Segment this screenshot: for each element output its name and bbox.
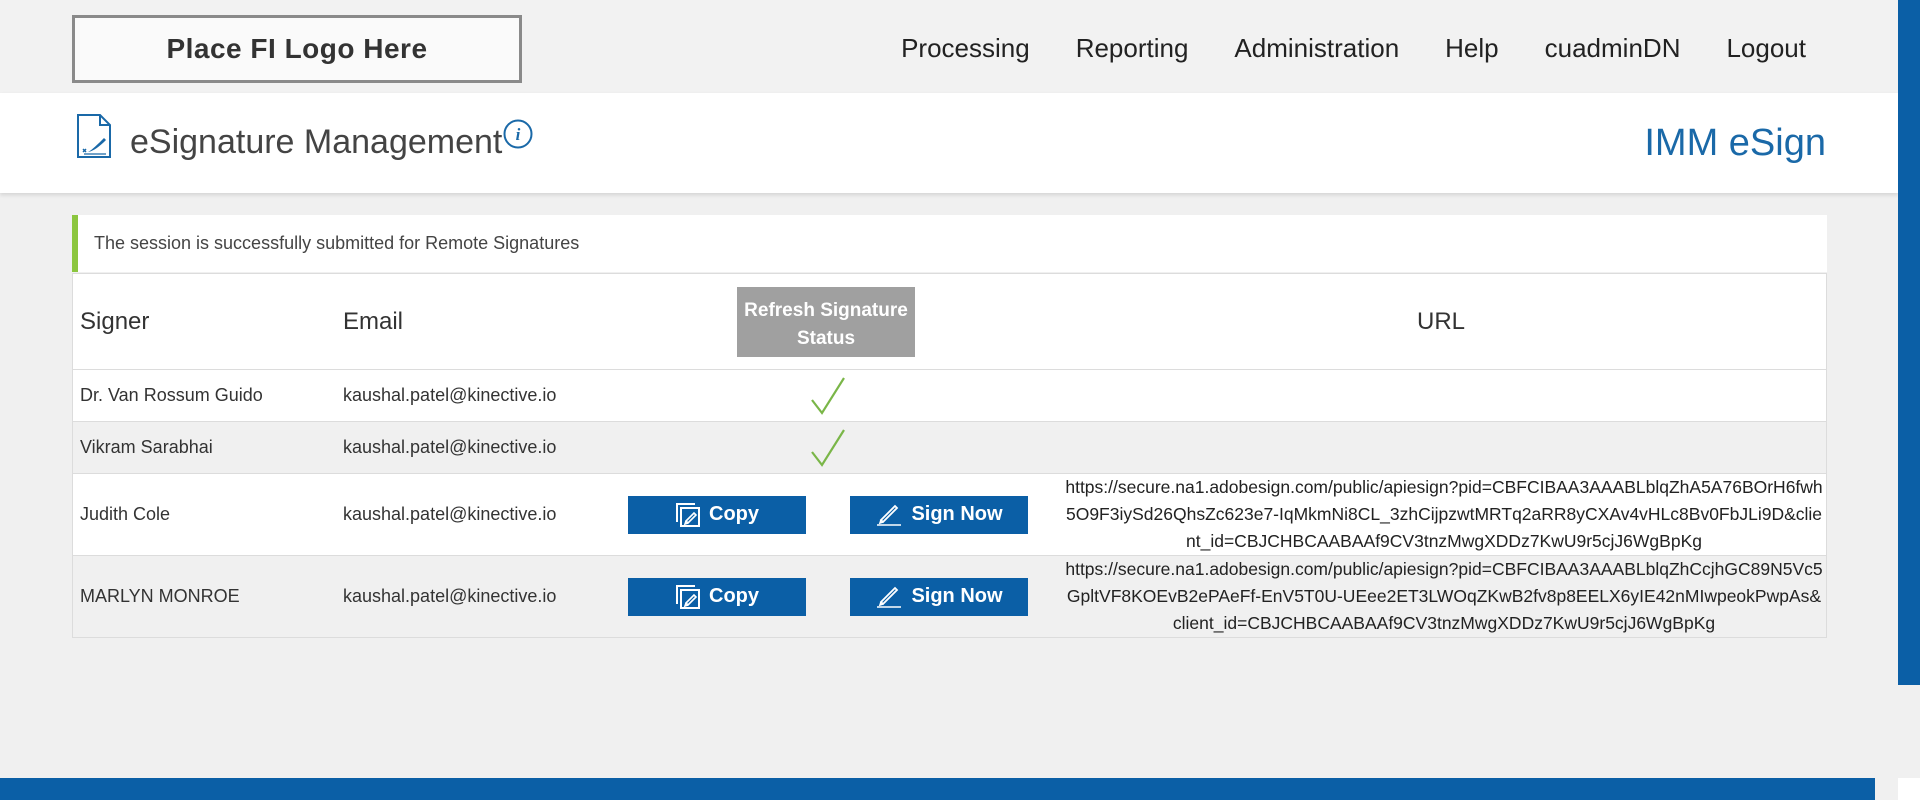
checkmark-icon bbox=[811, 376, 845, 415]
brand-name: IMM eSign bbox=[1644, 122, 1826, 164]
table-row: Vikram Sarabhai kaushal.patel@kinective.… bbox=[73, 421, 1826, 473]
table-row: Dr. Van Rossum Guido kaushal.patel@kinec… bbox=[73, 369, 1826, 421]
nav-logout[interactable]: Logout bbox=[1726, 33, 1806, 64]
footer-corner bbox=[1898, 778, 1920, 800]
nav-administration[interactable]: Administration bbox=[1234, 33, 1399, 64]
nav-help[interactable]: Help bbox=[1445, 33, 1498, 64]
signers-table: Signer Email Refresh Signature Status UR… bbox=[72, 273, 1827, 638]
main-nav: Processing Reporting Administration Help… bbox=[901, 33, 1806, 64]
pen-icon bbox=[877, 586, 902, 608]
table-header-row: Signer Email Refresh Signature Status UR… bbox=[73, 274, 1826, 369]
signing-url[interactable]: https://secure.na1.adobesign.com/public/… bbox=[1063, 556, 1825, 637]
sign-now-label: Sign Now bbox=[911, 503, 1003, 525]
top-bar: Place FI Logo Here Processing Reporting … bbox=[0, 0, 1898, 93]
scrollbar-strip[interactable] bbox=[1898, 0, 1920, 685]
document-signature-icon bbox=[77, 114, 111, 158]
signer-name: MARLYN MONROE bbox=[80, 586, 240, 606]
copy-label: Copy bbox=[709, 585, 759, 607]
signer-email: kaushal.patel@kinective.io bbox=[343, 586, 557, 606]
header-signer: Signer bbox=[80, 307, 150, 335]
signer-email: kaushal.patel@kinective.io bbox=[343, 437, 557, 457]
copy-icon bbox=[676, 584, 700, 609]
header-email: Email bbox=[343, 307, 404, 335]
sign-now-button[interactable]: Sign Now bbox=[850, 495, 1028, 534]
signer-email: kaushal.patel@kinective.io bbox=[343, 385, 557, 405]
sign-now-label: Sign Now bbox=[911, 585, 1003, 607]
sign-now-button[interactable]: Sign Now bbox=[850, 577, 1028, 616]
copy-url-button[interactable]: Copy bbox=[628, 577, 806, 616]
nav-user[interactable]: cuadminDN bbox=[1545, 33, 1681, 64]
nav-reporting[interactable]: Reporting bbox=[1076, 33, 1189, 64]
signer-name: Dr. Van Rossum Guido bbox=[80, 385, 263, 405]
success-alert: The session is successfully submitted fo… bbox=[72, 215, 1827, 272]
copy-label: Copy bbox=[709, 503, 759, 525]
table-row: Judith Cole kaushal.patel@kinective.io C… bbox=[73, 473, 1826, 555]
page-title: eSignature Management bbox=[130, 123, 503, 161]
signer-name: Vikram Sarabhai bbox=[80, 437, 213, 457]
copy-icon bbox=[676, 502, 700, 527]
table-row: MARLYN MONROE kaushal.patel@kinective.io… bbox=[73, 555, 1826, 637]
fi-logo-placeholder[interactable]: Place FI Logo Here bbox=[72, 15, 522, 83]
footer-bar bbox=[0, 778, 1875, 800]
checkmark-icon bbox=[811, 428, 845, 467]
page-header: eSignature Management i IMM eSign bbox=[0, 93, 1898, 193]
signer-email: kaushal.patel@kinective.io bbox=[343, 504, 557, 524]
signer-name: Judith Cole bbox=[80, 504, 171, 524]
signing-url[interactable]: https://secure.na1.adobesign.com/public/… bbox=[1063, 474, 1825, 555]
pen-icon bbox=[877, 504, 902, 526]
nav-processing[interactable]: Processing bbox=[901, 33, 1030, 64]
info-icon[interactable]: i bbox=[503, 119, 533, 149]
header-url: URL bbox=[1417, 307, 1466, 335]
svg-text:i: i bbox=[516, 125, 521, 144]
refresh-signature-status-button[interactable]: Refresh Signature Status bbox=[737, 287, 915, 357]
copy-url-button[interactable]: Copy bbox=[628, 495, 806, 534]
